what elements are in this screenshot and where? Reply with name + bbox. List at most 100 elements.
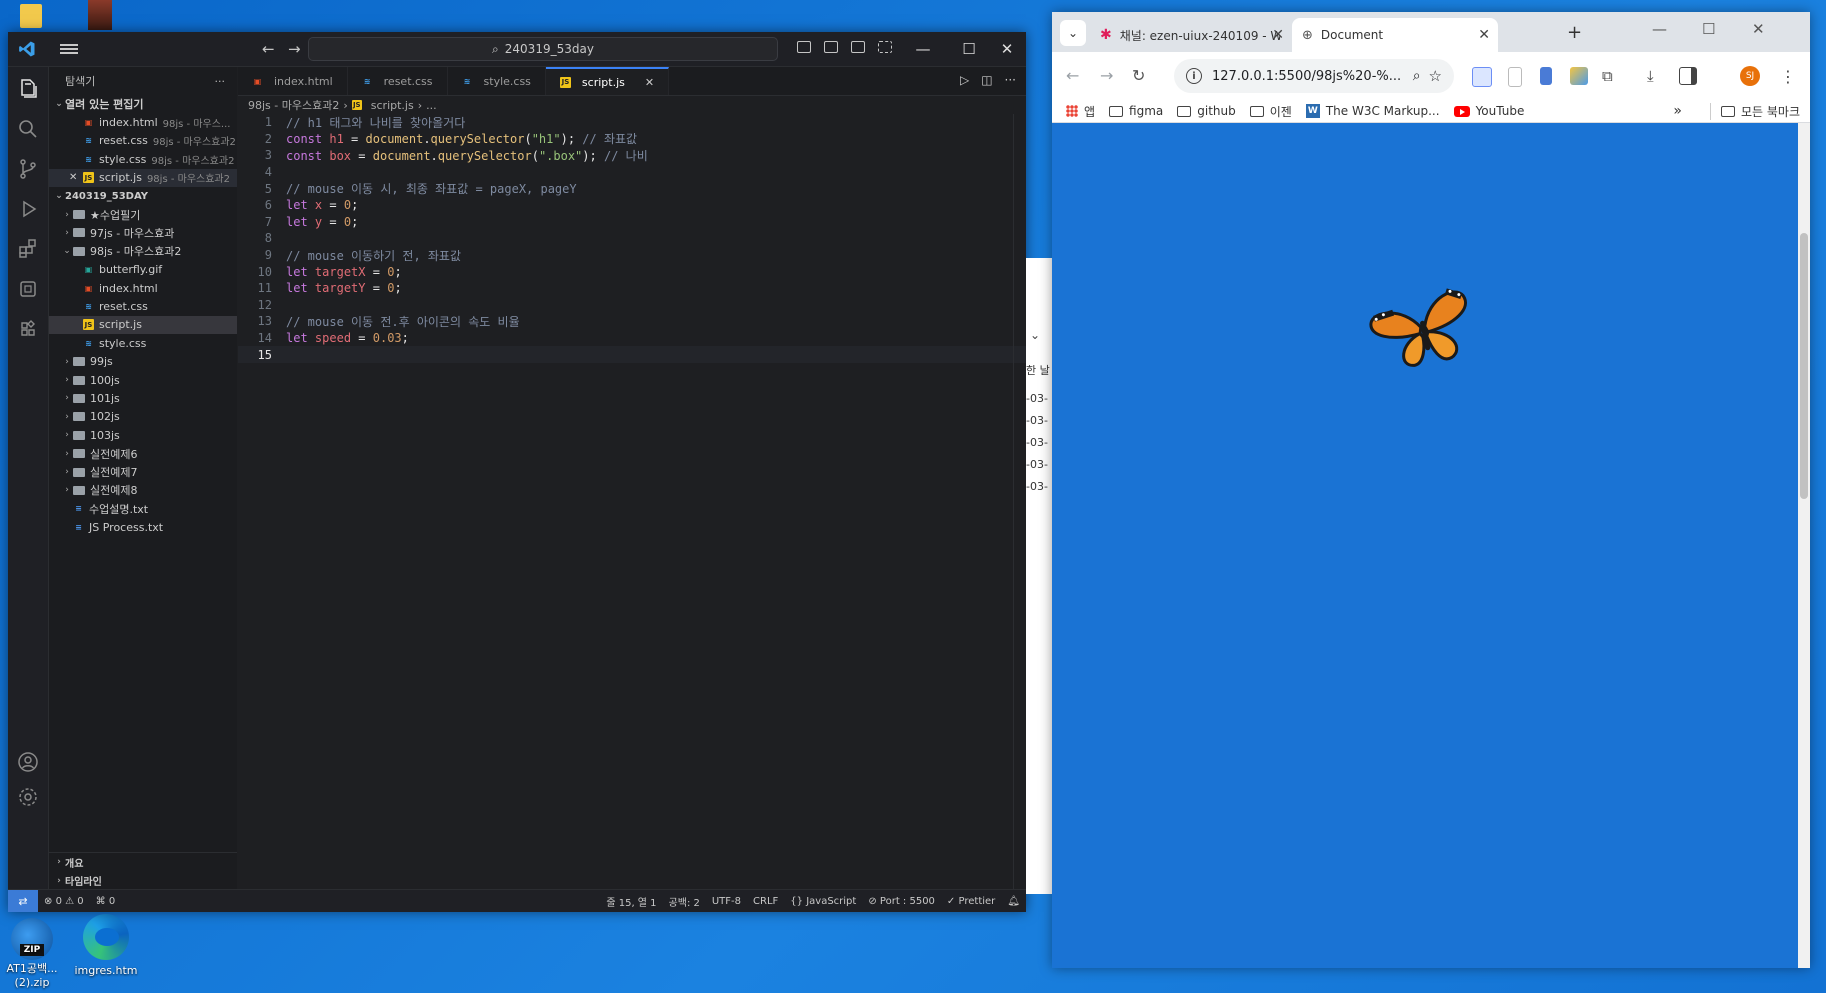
bookmark-github[interactable]: github: [1177, 104, 1236, 118]
tree-folder[interactable]: › 100js: [49, 371, 237, 389]
kebab-menu-icon[interactable]: ⋮: [1780, 67, 1796, 86]
reload-icon[interactable]: ↻: [1132, 66, 1145, 85]
workspace-header[interactable]: ⌄ 240319_53DAY: [49, 187, 237, 205]
live-server-port[interactable]: ⊘ Port : 5500: [862, 896, 941, 907]
tab-style-css[interactable]: ≋ style.css: [448, 67, 546, 95]
code-line[interactable]: 5 // mouse 이동 시, 최종 좌표값 = pageX, pageY: [238, 180, 1026, 197]
run-icon[interactable]: ▷: [960, 73, 969, 87]
bookmark-figma[interactable]: figma: [1109, 104, 1163, 118]
code-line[interactable]: 12: [238, 297, 1026, 314]
editor-scrollbar[interactable]: [1013, 114, 1026, 890]
close-button[interactable]: ✕: [1752, 20, 1765, 38]
encoding[interactable]: UTF-8: [706, 896, 747, 907]
settings-gear-icon[interactable]: [16, 785, 40, 809]
tree-folder[interactable]: › 실전예제6: [49, 444, 237, 462]
maximize-button[interactable]: ☐: [1702, 20, 1715, 38]
timeline-header[interactable]: › 타임라인: [49, 872, 237, 890]
extension-clipboard-icon[interactable]: [1540, 67, 1552, 85]
code-line[interactable]: 2 const h1 = document.querySelector("h1")…: [238, 131, 1026, 148]
code-line[interactable]: 10 let targetX = 0;: [238, 263, 1026, 280]
toggle-primary-sidebar-icon[interactable]: [797, 41, 811, 53]
testing-icon[interactable]: [16, 317, 40, 341]
extension-translate-icon[interactable]: [1472, 67, 1492, 87]
indentation[interactable]: 공백: 2: [663, 894, 706, 909]
account-icon[interactable]: [16, 750, 40, 774]
bookmark-youtube[interactable]: YouTube: [1453, 104, 1524, 118]
open-editor-item-active[interactable]: ✕ JS script.js 98js - 마우스효과2: [49, 168, 237, 187]
close-icon[interactable]: ✕: [1478, 27, 1490, 43]
command-center-search[interactable]: ⌕ 240319_53day: [308, 37, 778, 61]
prettier-status[interactable]: ✓ Prettier: [941, 896, 1001, 907]
tree-file[interactable]: ▣ butterfly.gif: [49, 261, 237, 279]
tree-folder[interactable]: › 103js: [49, 426, 237, 444]
forward-arrow-icon[interactable]: →: [1100, 66, 1113, 85]
code-line[interactable]: 6 let x = 0;: [238, 197, 1026, 214]
code-line[interactable]: 4: [238, 164, 1026, 181]
split-editor-icon[interactable]: ◫: [981, 73, 992, 87]
tab-script-js[interactable]: JS script.js ✕: [545, 67, 670, 95]
tree-file[interactable]: ≡ 수업설명.txt: [49, 500, 237, 518]
tree-folder[interactable]: › 102js: [49, 408, 237, 426]
desktop-icon-imgres[interactable]: imgres.htm: [74, 914, 138, 977]
breadcrumb-item[interactable]: ...: [426, 99, 437, 112]
address-bar[interactable]: i 127.0.0.1:5500/98js%20-%... ⌕ ☆: [1174, 59, 1454, 93]
code-line[interactable]: 15: [238, 346, 1026, 363]
customize-layout-icon[interactable]: [878, 41, 892, 53]
bookmark-w3c[interactable]: W The W3C Markup...: [1305, 104, 1440, 118]
tree-file[interactable]: ≋ style.css: [49, 334, 237, 352]
outline-header[interactable]: › 개요: [49, 853, 237, 871]
code-line[interactable]: 1 // h1 태그와 나비를 찾아올거다: [238, 114, 1026, 131]
side-panel-icon[interactable]: [1679, 67, 1697, 85]
code-line[interactable]: 13 // mouse 이동 전.후 아이콘의 속도 비율: [238, 313, 1026, 330]
remote-indicator-icon[interactable]: ⇄: [8, 890, 38, 912]
menu-icon[interactable]: [60, 42, 78, 56]
profile-avatar[interactable]: SJ: [1740, 66, 1760, 86]
code-line[interactable]: 14 let speed = 0.03;: [238, 330, 1026, 347]
tree-file[interactable]: ≋ reset.css: [49, 297, 237, 315]
tree-folder[interactable]: › 101js: [49, 389, 237, 407]
extension-page-icon[interactable]: [1508, 67, 1522, 87]
code-line[interactable]: 3 const box = document.querySelector(".bo…: [238, 147, 1026, 164]
tree-folder[interactable]: › 실전예제8: [49, 481, 237, 499]
tab-reset-css[interactable]: ≋ reset.css: [348, 67, 448, 95]
remote-explorer-icon[interactable]: [16, 277, 40, 301]
search-icon[interactable]: [16, 117, 40, 141]
tree-folder[interactable]: › 97js - 마우스효과: [49, 224, 237, 242]
run-debug-icon[interactable]: [16, 197, 40, 221]
background-window[interactable]: ⌄ 한 날 -03- -03- -03- -03- -03-: [1026, 258, 1052, 894]
tree-folder[interactable]: › 실전예제7: [49, 463, 237, 481]
extensions-icon[interactable]: [16, 237, 40, 261]
page-scrollbar[interactable]: [1798, 123, 1810, 968]
minimize-button[interactable]: —: [1652, 20, 1667, 38]
open-editor-item[interactable]: ▣ index.html 98js - 마우스...: [49, 113, 237, 131]
all-bookmarks-button[interactable]: 모든 북마크: [1709, 102, 1800, 120]
more-actions-icon[interactable]: ···: [1005, 73, 1016, 87]
desktop-image-icon[interactable]: [88, 0, 112, 30]
code-line[interactable]: 9 // mouse 이동하기 전, 좌표값: [238, 247, 1026, 264]
tree-file-selected[interactable]: JS script.js: [49, 315, 237, 335]
browser-tab-document[interactable]: ⊕ Document ✕: [1292, 18, 1498, 52]
tab-search-button[interactable]: ⌄: [1060, 20, 1086, 46]
toggle-panel-icon[interactable]: [824, 41, 838, 53]
forward-arrow-icon[interactable]: →: [288, 40, 301, 58]
problems-indicator[interactable]: ⊗ 0 ⚠ 0: [38, 896, 90, 907]
close-icon[interactable]: ✕: [1272, 27, 1284, 43]
tree-folder[interactable]: › 99js: [49, 352, 237, 370]
tree-folder-open[interactable]: ⌄ 98js - 마우스효과2: [49, 242, 237, 260]
page-viewport[interactable]: [1052, 123, 1798, 968]
explorer-icon[interactable]: [16, 77, 40, 101]
code-line[interactable]: 8: [238, 230, 1026, 247]
tab-index-html[interactable]: ▣ index.html: [238, 67, 348, 95]
more-actions-icon[interactable]: ···: [215, 75, 226, 88]
code-editor[interactable]: 1 // h1 태그와 나비를 찾아올거다 2 const h1 = document…: [238, 114, 1026, 890]
language-mode[interactable]: {} JavaScript: [784, 896, 862, 907]
close-icon[interactable]: ✕: [69, 172, 83, 183]
extensions-puzzle-icon[interactable]: ⧉: [1602, 67, 1620, 85]
tree-file[interactable]: ▣ index.html: [49, 279, 237, 297]
open-editor-item[interactable]: ≋ reset.css 98js - 마우스효과2: [49, 132, 237, 150]
notifications-bell-icon[interactable]: 🔔︎: [1001, 896, 1026, 907]
breadcrumb-item[interactable]: script.js: [371, 99, 414, 112]
new-tab-button[interactable]: +: [1567, 22, 1582, 43]
maximize-button[interactable]: ☐: [954, 38, 984, 60]
source-control-icon[interactable]: [16, 157, 40, 181]
